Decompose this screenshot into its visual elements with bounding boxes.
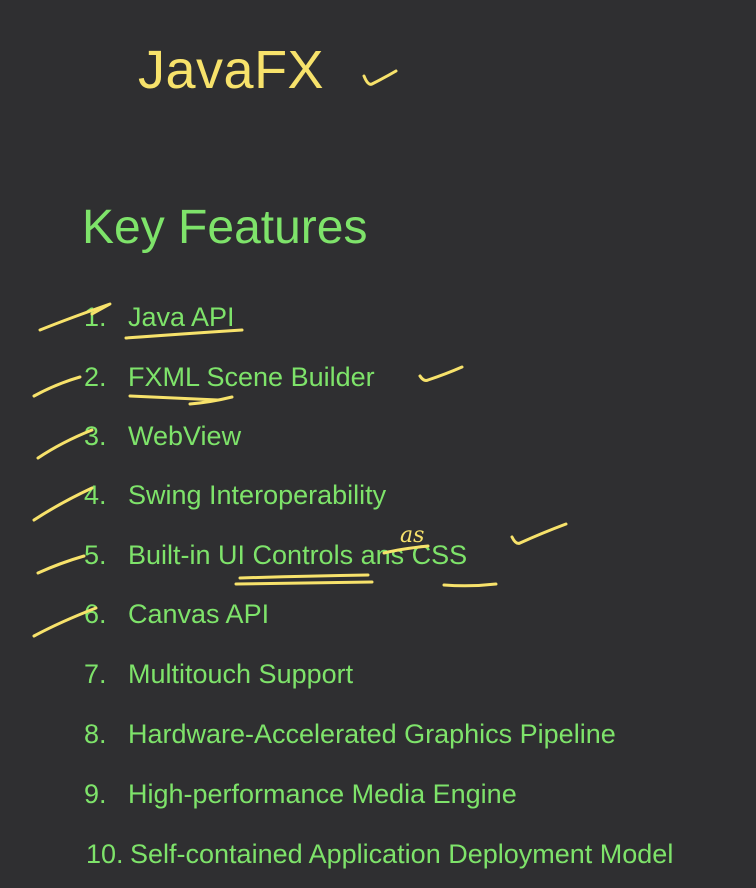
item-number: 7.	[84, 659, 107, 689]
item-number: 4.	[84, 480, 107, 510]
item-text: FXML Scene Builder	[128, 362, 375, 392]
item-number: 9.	[84, 779, 107, 809]
item-number: 5.	[84, 540, 107, 570]
item-number: 6.	[84, 599, 107, 629]
slide: JavaFX Key Features 1. Java API 2. FXML …	[0, 0, 756, 888]
feature-list: 1. Java API 2. FXML Scene Builder 3. Web…	[0, 0, 756, 888]
item-number: 1.	[84, 302, 107, 332]
item-number: 3.	[84, 421, 107, 451]
item-text: Java API	[128, 302, 235, 332]
item-number: 8.	[84, 719, 107, 749]
item-text: Self-contained Application Deployment Mo…	[130, 839, 674, 869]
item-number: 2.	[84, 362, 107, 392]
item-number: 10.	[86, 839, 124, 869]
item-text: Hardware-Accelerated Graphics Pipeline	[128, 719, 616, 749]
item-text: Multitouch Support	[128, 659, 354, 689]
item-text: Canvas API	[128, 599, 270, 629]
item-text: High-performance Media Engine	[128, 779, 517, 809]
item-text: WebView	[128, 421, 242, 451]
item-text: Built-in UI Controls ans CSS	[128, 540, 468, 570]
item-text: Swing Interoperability	[128, 480, 387, 510]
